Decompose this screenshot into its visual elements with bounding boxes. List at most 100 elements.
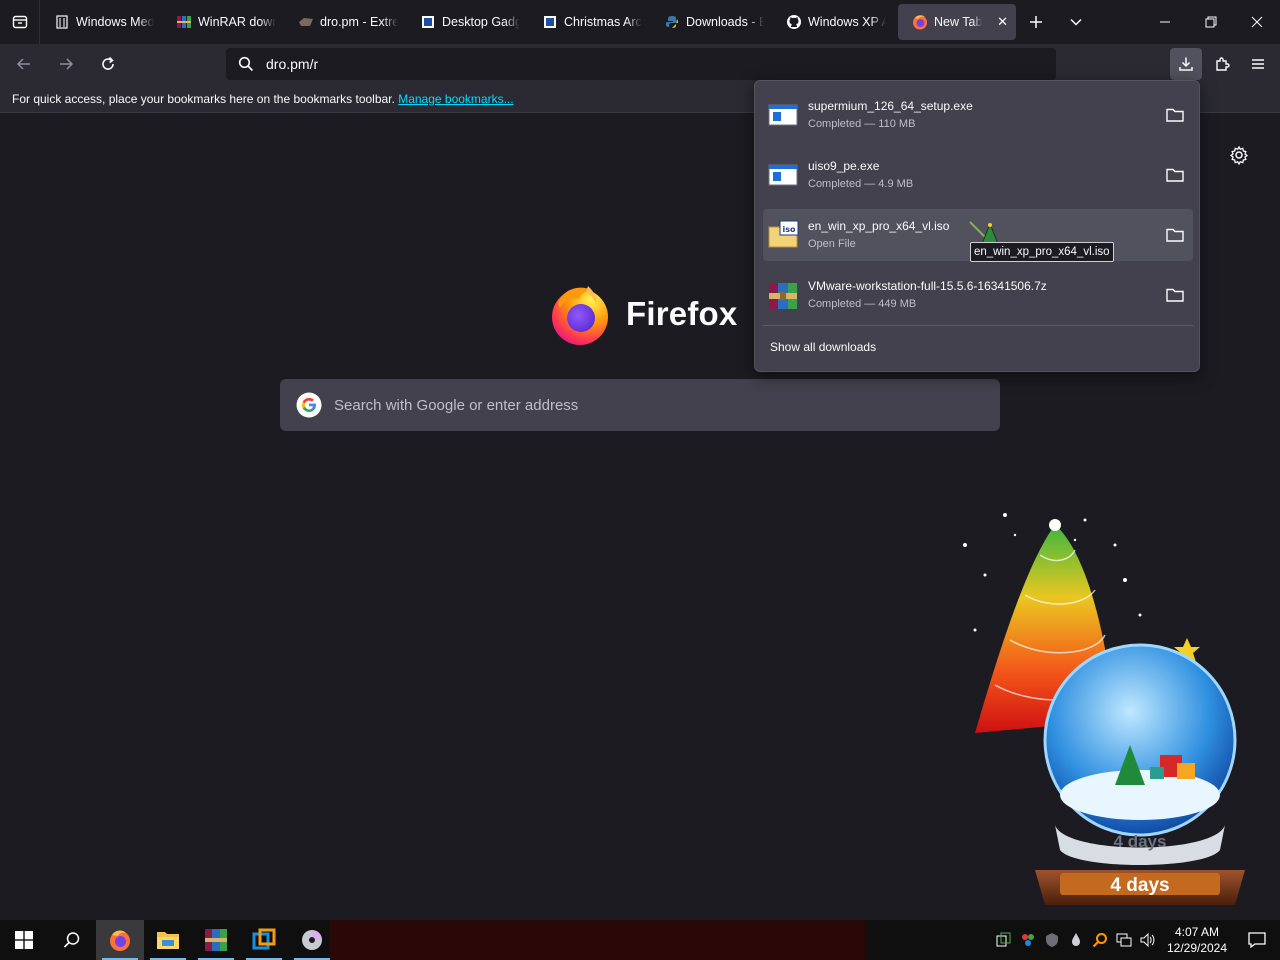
- tray-app-icon[interactable]: [1016, 920, 1040, 960]
- folder-icon[interactable]: [1165, 285, 1185, 305]
- action-center-button[interactable]: [1234, 920, 1280, 960]
- close-window-button[interactable]: [1234, 0, 1280, 44]
- bookmarks-hint-text: For quick access, place your bookmarks h…: [12, 92, 395, 106]
- tab-new-tab[interactable]: New Tab ✕: [898, 4, 1016, 40]
- chevron-down-icon: [1070, 18, 1082, 26]
- christmas-tree-globe-icon: 4 days 4 days: [963, 513, 1245, 905]
- hamburger-menu-icon: [1252, 59, 1264, 69]
- tab-downloads[interactable]: Downloads - B: [650, 4, 772, 40]
- vmware-icon: [252, 928, 276, 950]
- taskbar-app-winrar[interactable]: [192, 920, 240, 960]
- tab-title: Desktop Gadg: [442, 15, 520, 29]
- download-item[interactable]: uiso9_pe.exe Completed — 4.9 MB: [763, 149, 1193, 201]
- download-filename: supermium_126_64_setup.exe: [808, 99, 973, 113]
- taskbar-clock[interactable]: 4:07 AM 12/29/2024: [1160, 924, 1234, 956]
- tab-desktop-gadgets[interactable]: Desktop Gadg: [406, 4, 528, 40]
- clock-date: 12/29/2024: [1166, 941, 1228, 955]
- tray-search-icon[interactable]: [1088, 920, 1112, 960]
- download-status: Completed — 110 MB: [808, 118, 916, 130]
- winrar-icon: [176, 15, 192, 29]
- search-icon: [226, 56, 266, 72]
- taskbar-search-button[interactable]: [48, 920, 96, 960]
- list-all-tabs-button[interactable]: [1056, 0, 1096, 44]
- tab-dropm[interactable]: dro.pm - Extre: [284, 4, 406, 40]
- download-filename: VMware-workstation-full-15.5.6-16341506.…: [808, 279, 1047, 293]
- show-all-downloads-button[interactable]: Show all downloads: [770, 340, 876, 354]
- download-icon: [1179, 57, 1193, 71]
- tab-windows-media[interactable]: Windows Med: [40, 4, 162, 40]
- firefox-icon: [110, 930, 130, 951]
- download-item[interactable]: VMware-workstation-full-15.5.6-16341506.…: [763, 269, 1193, 321]
- christmas-countdown-gadget[interactable]: 4 days 4 days: [955, 505, 1255, 920]
- dropm-icon: [298, 15, 314, 29]
- countdown-top-label: 4 days: [1114, 832, 1167, 851]
- taskbar-background-art: [330, 920, 865, 960]
- exe-file-icon: [768, 164, 798, 186]
- building-icon: [54, 15, 70, 29]
- window-controls: [1142, 0, 1280, 44]
- filename-tooltip: en_win_xp_pro_x64_vl.iso: [970, 242, 1114, 262]
- tab-strip: Windows Med WinRAR down dro.pm - Extre D…: [0, 0, 1280, 44]
- reload-icon: [102, 56, 114, 70]
- arrow-left-icon: [16, 58, 30, 70]
- minimize-button[interactable]: [1142, 0, 1188, 44]
- firefox-icon: [912, 15, 928, 30]
- extensions-button[interactable]: [1206, 48, 1238, 80]
- volume-icon[interactable]: [1136, 920, 1160, 960]
- forward-button[interactable]: [48, 48, 84, 80]
- python-icon: [664, 15, 680, 29]
- new-tab-button[interactable]: [1016, 0, 1056, 44]
- divider: [763, 325, 1193, 326]
- winrar-icon: [205, 929, 227, 951]
- restore-icon: [1205, 16, 1217, 28]
- tab-title: Windows Med: [76, 15, 154, 29]
- folder-icon[interactable]: [1165, 165, 1185, 185]
- file-explorer-icon: [157, 932, 179, 949]
- start-button[interactable]: [0, 920, 48, 960]
- restore-button[interactable]: [1188, 0, 1234, 44]
- exe-file-icon: [768, 104, 798, 126]
- navigation-toolbar: dro.pm/r: [0, 44, 1280, 84]
- tab-title: Windows XP A: [808, 15, 886, 29]
- windows-logo-icon: [15, 931, 33, 949]
- tab-winrar[interactable]: WinRAR down: [162, 4, 284, 40]
- downloads-button[interactable]: [1170, 48, 1202, 80]
- taskbar-app-vmware[interactable]: [240, 920, 288, 960]
- reload-button[interactable]: [90, 48, 126, 80]
- taskbar-app-dvd[interactable]: [288, 920, 336, 960]
- google-icon: [296, 392, 322, 418]
- download-item[interactable]: supermium_126_64_setup.exe Completed — 1…: [763, 89, 1193, 141]
- taskbar-app-firefox[interactable]: [96, 920, 144, 960]
- close-tab-icon[interactable]: ✕: [997, 14, 1008, 30]
- download-filename: en_win_xp_pro_x64_vl.iso: [808, 219, 950, 233]
- tab-windows-xp[interactable]: Windows XP A: [772, 4, 894, 40]
- address-bar-text[interactable]: dro.pm/r: [266, 56, 318, 72]
- tab-title: dro.pm - Extre: [320, 15, 398, 29]
- network-icon[interactable]: [1112, 920, 1136, 960]
- address-bar[interactable]: dro.pm/r: [226, 48, 1056, 80]
- gadget-icon: [420, 15, 436, 29]
- tab-christmas[interactable]: Christmas Arc: [528, 4, 650, 40]
- newtab-search-box[interactable]: Search with Google or enter address: [280, 379, 1000, 431]
- search-placeholder: Search with Google or enter address: [334, 396, 579, 414]
- gadget-icon: [542, 15, 558, 29]
- back-button[interactable]: [6, 48, 42, 80]
- clock-time: 4:07 AM: [1174, 925, 1220, 939]
- personalize-settings-button[interactable]: [1228, 144, 1250, 166]
- taskbar-app-file-explorer[interactable]: [144, 920, 192, 960]
- tab-title: Downloads - B: [686, 15, 764, 29]
- manage-bookmarks-link[interactable]: Manage bookmarks...: [398, 92, 513, 106]
- firefox-logo-icon: [552, 286, 608, 345]
- tray-security-icon[interactable]: [1040, 920, 1064, 960]
- tab-title: Christmas Arc: [564, 15, 642, 29]
- folder-icon[interactable]: [1165, 105, 1185, 125]
- tray-copy-icon[interactable]: [992, 920, 1016, 960]
- download-status: Completed — 4.9 MB: [808, 178, 914, 190]
- app-menu-button[interactable]: [1242, 48, 1274, 80]
- toolbar-buttons: [1170, 48, 1274, 80]
- firefox-view-button[interactable]: [0, 0, 40, 44]
- firefox-view-icon: [12, 15, 27, 29]
- folder-icon[interactable]: [1165, 225, 1185, 245]
- arrow-right-icon: [60, 58, 74, 70]
- tray-drop-icon[interactable]: [1064, 920, 1088, 960]
